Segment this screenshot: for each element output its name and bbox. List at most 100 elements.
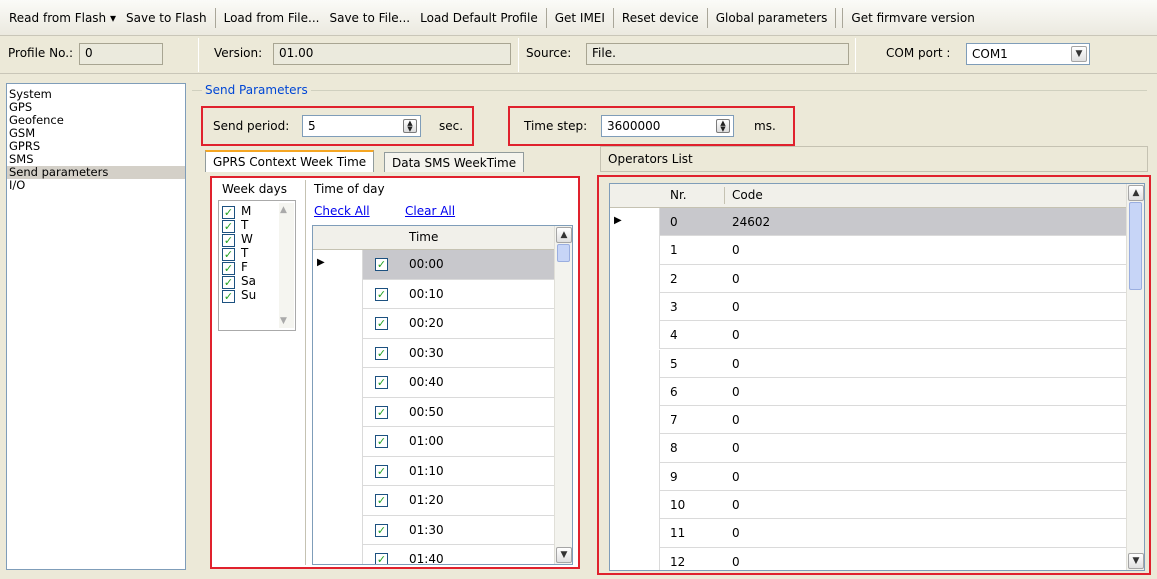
row-selector[interactable] bbox=[313, 309, 363, 339]
checkbox-saturday[interactable]: ✓ bbox=[222, 276, 235, 289]
row-selector[interactable] bbox=[313, 515, 363, 545]
operator-row[interactable]: 12 0 bbox=[610, 547, 1126, 570]
row-selector[interactable] bbox=[313, 427, 363, 457]
spin-updown-icon[interactable]: ▲ ▼ bbox=[403, 119, 417, 133]
checkbox-thursday[interactable]: ✓ bbox=[222, 248, 235, 261]
time-row[interactable]: ✓ 00:20 bbox=[313, 309, 554, 339]
row-selector[interactable] bbox=[610, 377, 660, 407]
save-to-file-button[interactable]: Save to File... bbox=[324, 11, 415, 25]
dropdown-arrow-icon[interactable]: ▾ bbox=[110, 11, 116, 25]
row-selector[interactable] bbox=[610, 434, 660, 463]
operator-row[interactable]: 30 bbox=[610, 292, 1126, 322]
time-row[interactable]: ✓ 00:10 bbox=[313, 279, 554, 309]
checkbox-monday[interactable]: ✓ bbox=[222, 206, 235, 219]
time-row[interactable]: ✓ 00:50 bbox=[313, 397, 554, 427]
row-selector[interactable] bbox=[610, 462, 660, 491]
time-row-checkbox[interactable]: ✓ bbox=[375, 464, 388, 478]
load-default-profile-button[interactable]: Load Default Profile bbox=[415, 11, 543, 25]
clear-all-link[interactable]: Clear All bbox=[405, 204, 455, 218]
global-parameters-button[interactable]: Global parameters bbox=[711, 11, 833, 25]
row-selector[interactable] bbox=[610, 349, 660, 378]
operator-row[interactable]: 40 bbox=[610, 321, 1126, 350]
time-row-checkbox[interactable]: ✓ bbox=[375, 523, 388, 537]
scroll-up-icon[interactable]: ▲ bbox=[1128, 185, 1144, 201]
row-selector[interactable] bbox=[610, 236, 660, 265]
operator-row[interactable]: 60 bbox=[610, 377, 1126, 407]
load-from-file-button[interactable]: Load from File... bbox=[219, 11, 325, 25]
time-step-input[interactable]: 3600000 ▲ ▼ bbox=[601, 115, 734, 137]
scroll-down-icon[interactable]: ▼ bbox=[1128, 553, 1144, 569]
scroll-thumb[interactable] bbox=[557, 244, 570, 262]
get-imei-button[interactable]: Get IMEI bbox=[550, 11, 610, 25]
row-selector[interactable] bbox=[313, 486, 363, 516]
time-row-checkbox[interactable]: ✓ bbox=[375, 405, 388, 419]
week-days-list[interactable]: ✓ M ✓ T ✓ W ✓ T ✓ F ✓ Sa ✓ Su ▲ ▼ bbox=[218, 200, 296, 331]
row-selector[interactable] bbox=[610, 321, 660, 350]
checkbox-sunday[interactable]: ✓ bbox=[222, 290, 235, 303]
tab-gprs-context-week-time[interactable]: GPRS Context Week Time bbox=[205, 150, 375, 172]
time-row-checkbox[interactable]: ✓ bbox=[375, 376, 388, 389]
scroll-down-icon[interactable]: ▼ bbox=[280, 316, 287, 326]
send-period-input[interactable]: 5 ▲ ▼ bbox=[302, 115, 421, 137]
scroll-down-icon[interactable]: ▼ bbox=[556, 547, 572, 563]
row-selector[interactable] bbox=[313, 279, 363, 309]
operator-row[interactable]: 11 0 bbox=[610, 519, 1126, 548]
reset-device-button[interactable]: Reset device bbox=[617, 11, 704, 25]
time-row-checkbox[interactable]: ✓ bbox=[375, 435, 388, 448]
chevron-down-icon[interactable]: ▼ bbox=[1071, 46, 1087, 62]
scroll-up-icon[interactable]: ▲ bbox=[280, 205, 287, 215]
scroll-thumb[interactable] bbox=[1129, 202, 1142, 290]
scroll-up-icon[interactable]: ▲ bbox=[556, 227, 572, 243]
spin-updown-icon[interactable]: ▲ ▼ bbox=[716, 119, 730, 133]
time-row-checkbox[interactable]: ✓ bbox=[375, 346, 388, 360]
read-from-flash-button[interactable]: Read from Flash ▾ bbox=[4, 11, 121, 25]
nav-item-io[interactable]: I/O bbox=[7, 179, 185, 192]
row-selector[interactable] bbox=[610, 406, 660, 435]
week-days-scrollbar[interactable]: ▲ ▼ bbox=[279, 203, 294, 328]
save-to-flash-button[interactable]: Save to Flash bbox=[121, 11, 212, 25]
time-row[interactable]: ✓ 01:40 bbox=[313, 545, 554, 564]
operator-row[interactable]: ▶ 0 24602 bbox=[610, 208, 1126, 237]
nav-item-system[interactable]: System bbox=[7, 88, 185, 101]
time-grid[interactable]: Time ▶ ✓ 00:00 ✓ 00:10 ✓ 00:20 ✓ 00:30 ✓ 00:40 ✓ 00:… bbox=[312, 225, 573, 565]
checkbox-wednesday[interactable]: ✓ bbox=[222, 234, 235, 247]
operator-row[interactable]: 90 bbox=[610, 462, 1126, 491]
get-firmware-version-button[interactable]: Get firmvare version bbox=[846, 11, 979, 25]
nav-item-send-parameters[interactable]: Send parameters bbox=[7, 166, 185, 179]
operator-row[interactable]: 80 bbox=[610, 434, 1126, 463]
time-row[interactable]: ✓ 01:00 bbox=[313, 427, 554, 457]
operators-grid-scrollbar[interactable]: ▲ ▼ bbox=[1126, 184, 1144, 570]
check-all-link[interactable]: Check All bbox=[314, 204, 370, 218]
operator-row[interactable]: 10 0 bbox=[610, 491, 1126, 520]
row-selector[interactable] bbox=[610, 491, 660, 520]
operator-row[interactable]: 10 bbox=[610, 236, 1126, 265]
time-grid-scrollbar[interactable]: ▲ ▼ bbox=[554, 226, 572, 564]
row-selector[interactable] bbox=[313, 368, 363, 398]
operator-row[interactable]: 20 bbox=[610, 264, 1126, 293]
time-row-checkbox[interactable]: ✓ bbox=[375, 553, 388, 564]
row-selector[interactable] bbox=[610, 547, 660, 570]
row-selector[interactable] bbox=[313, 338, 363, 368]
time-row-checkbox[interactable]: ✓ bbox=[375, 317, 388, 330]
time-row[interactable]: ▶ ✓ 00:00 bbox=[313, 250, 554, 280]
nav-item-gprs[interactable]: GPRS bbox=[7, 140, 185, 153]
checkbox-tuesday[interactable]: ✓ bbox=[222, 220, 235, 233]
checkbox-friday[interactable]: ✓ bbox=[222, 262, 235, 275]
row-selector[interactable] bbox=[610, 264, 660, 293]
row-selector[interactable]: ▶ bbox=[313, 250, 363, 280]
row-selector[interactable]: ▶ bbox=[610, 208, 660, 237]
time-row-checkbox[interactable]: ✓ bbox=[375, 287, 388, 301]
com-port-select[interactable]: COM1 ▼ bbox=[966, 43, 1090, 65]
operator-row[interactable]: 50 bbox=[610, 349, 1126, 378]
row-selector[interactable] bbox=[610, 292, 660, 322]
time-row-checkbox[interactable]: ✓ bbox=[375, 258, 388, 271]
row-selector[interactable] bbox=[610, 519, 660, 548]
time-row[interactable]: ✓ 00:40 bbox=[313, 368, 554, 398]
time-row[interactable]: ✓ 01:30 bbox=[313, 515, 554, 545]
operators-grid[interactable]: Nr. Code ▶ 0 24602 1 0 2 0 3 0 4 0 5 0 6 0 7 0 8 0 9 0 10 0 11 0… bbox=[609, 183, 1145, 571]
operator-row[interactable]: 70 bbox=[610, 406, 1126, 435]
time-row[interactable]: ✓ 01:10 bbox=[313, 456, 554, 486]
row-selector[interactable] bbox=[313, 397, 363, 427]
tab-data-sms-weektime[interactable]: Data SMS WeekTime bbox=[384, 152, 525, 172]
settings-category-list[interactable]: System GPS Geofence GSM GPRS SMS Send pa… bbox=[6, 83, 186, 570]
